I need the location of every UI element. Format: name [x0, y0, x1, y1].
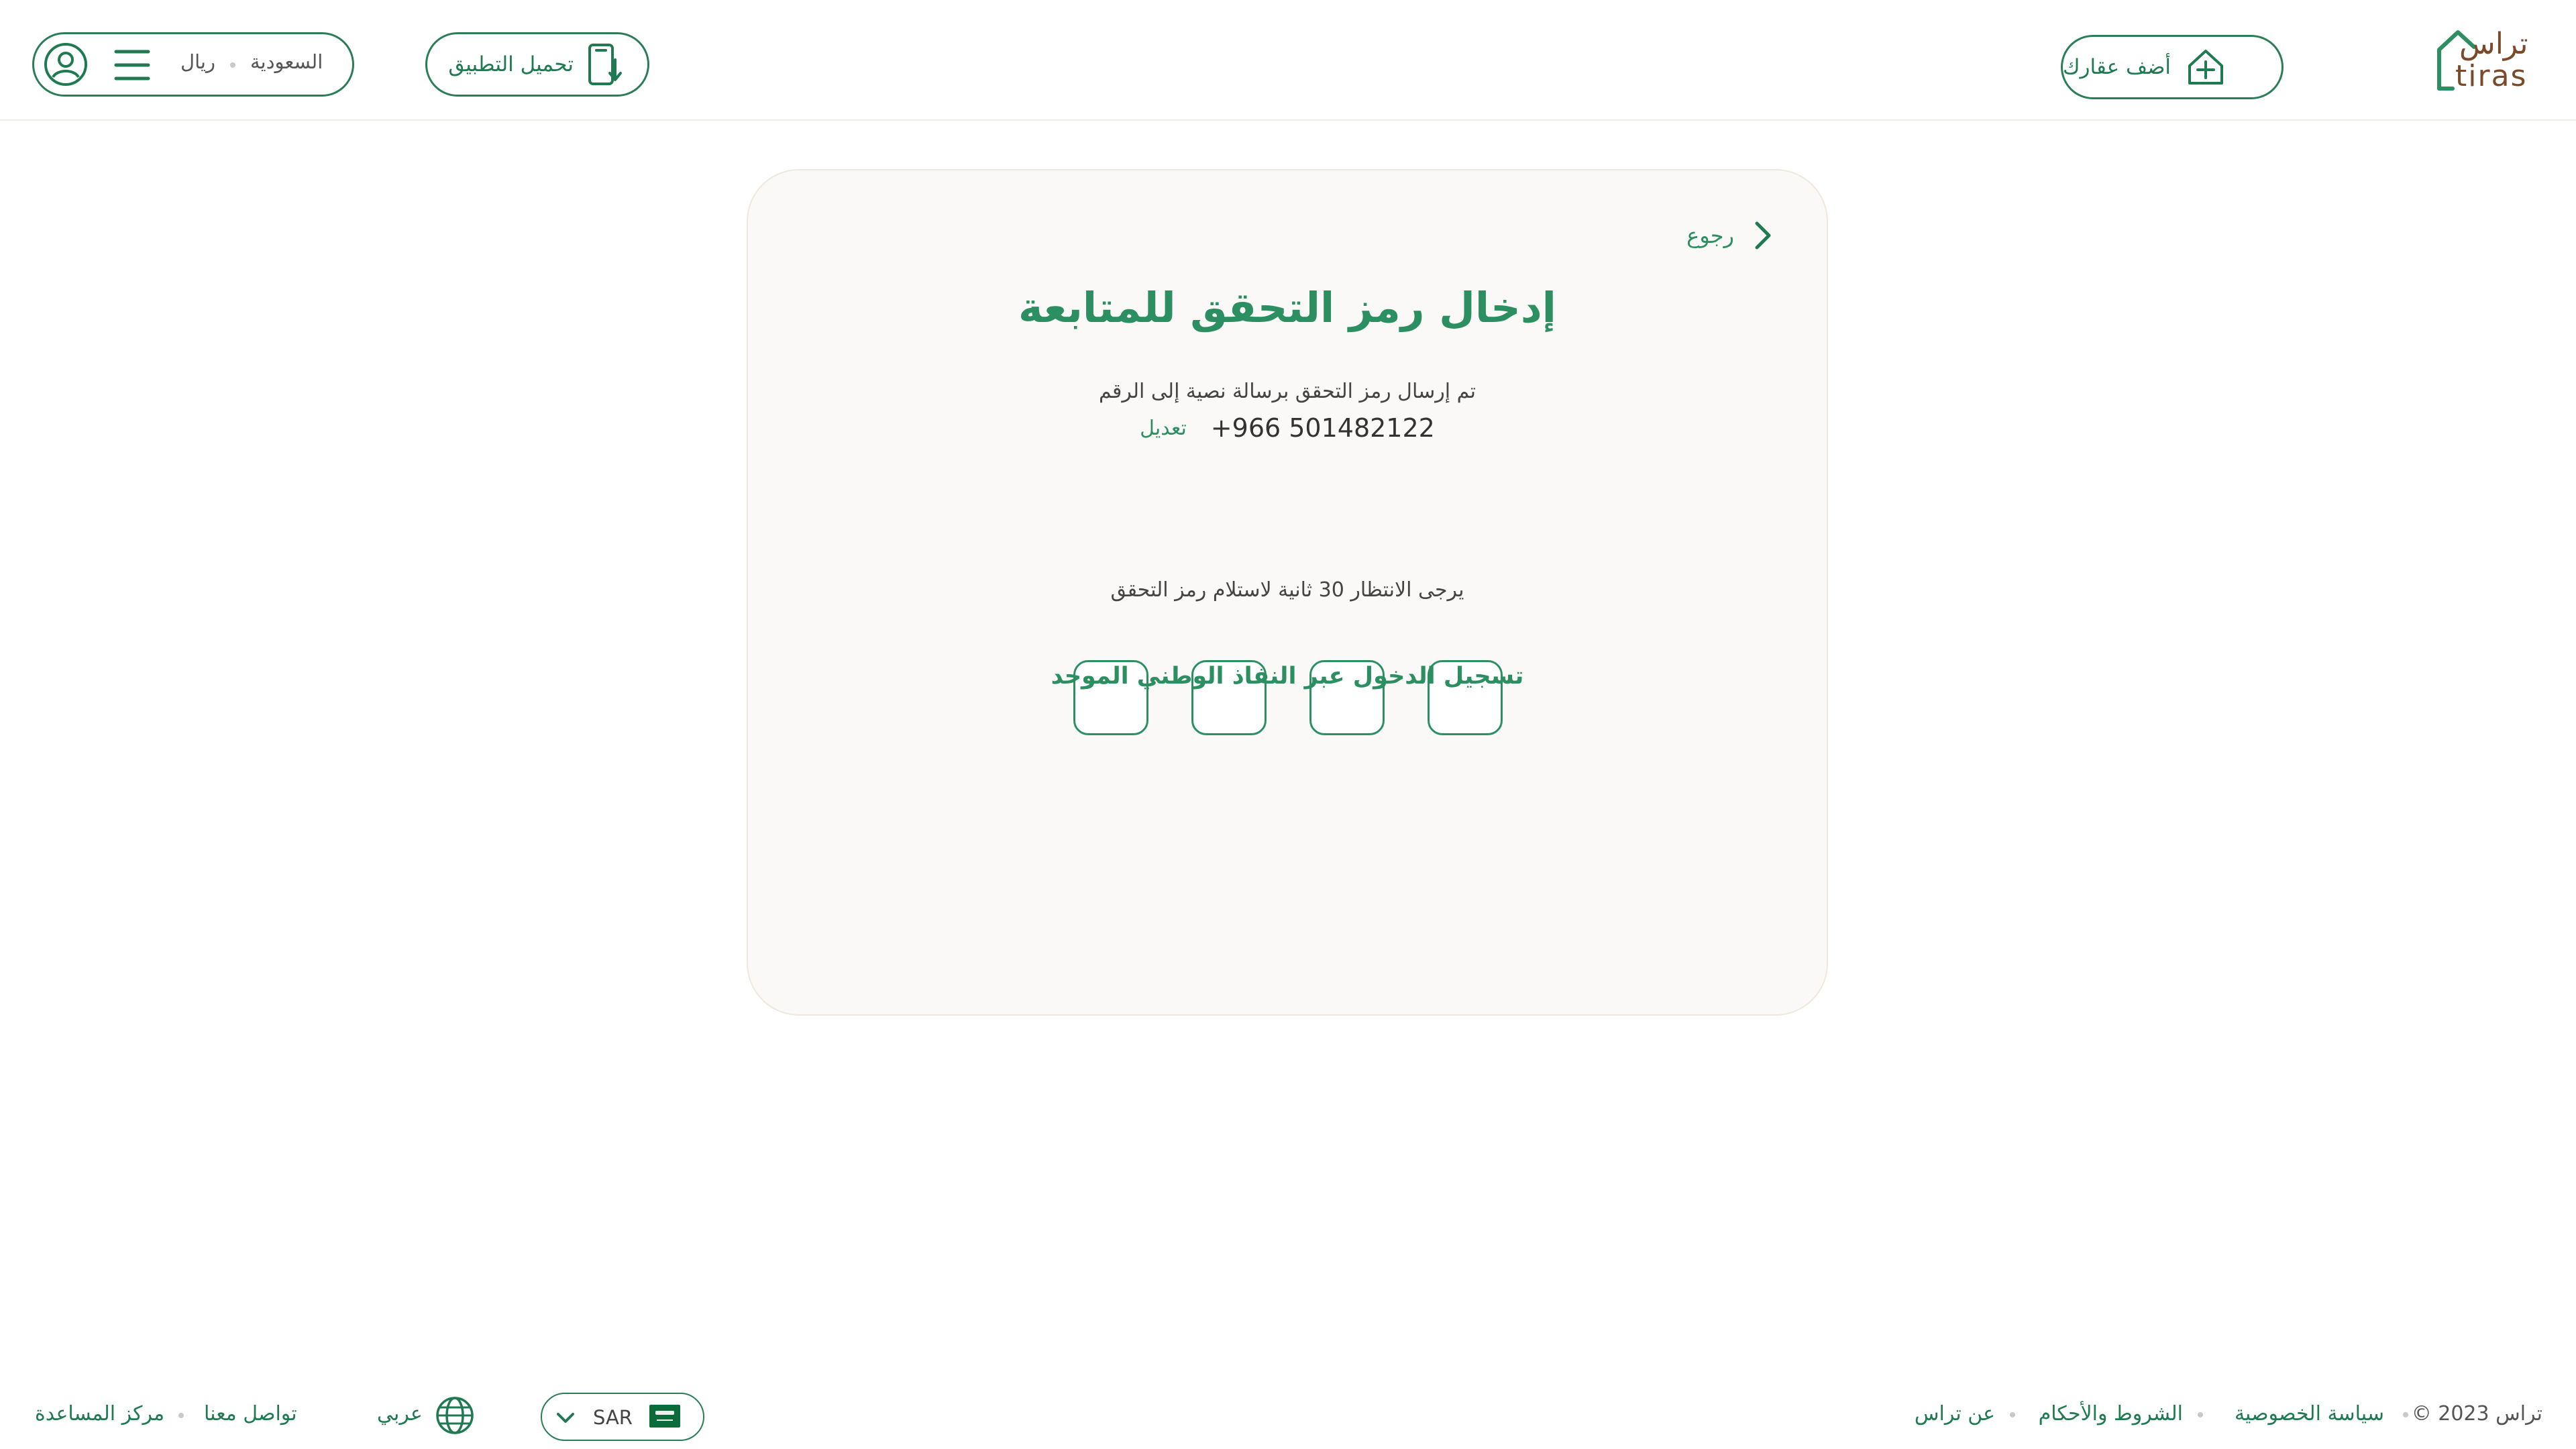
download-app-button[interactable]: تحميل التطبيق [425, 32, 649, 97]
back-label: رجوع [1686, 223, 1734, 248]
otp-title: إدخال رمز التحقق للمتابعة [1018, 283, 1556, 332]
download-app-label: تحميل التطبيق [448, 52, 574, 76]
footer-link-about[interactable]: عن تراس [1915, 1402, 1995, 1426]
footer-dot [178, 1413, 184, 1418]
country-selector[interactable]: السعودية [250, 50, 323, 73]
back-link[interactable]: رجوع [1686, 219, 1773, 252]
saudi-flag-icon [649, 1405, 680, 1428]
help-center-link[interactable]: مركز المساعدة [35, 1402, 164, 1426]
footer-dot [2403, 1412, 2408, 1417]
otp-card: رجوع إدخال رمز التحقق للمتابعة تم إرسال … [747, 169, 1828, 1016]
add-property-label: أضف عقارك [2063, 55, 2171, 79]
globe-icon[interactable] [435, 1395, 475, 1436]
sent-message: تم إرسال رمز التحقق برسالة نصية إلى الرق… [1099, 380, 1476, 403]
logo-arabic: تراس [2459, 27, 2528, 61]
add-property-button[interactable]: أضف عقارك [2061, 35, 2284, 99]
menu-icon[interactable] [113, 46, 151, 84]
chevron-down-icon [557, 1413, 574, 1423]
footer-dot [2198, 1412, 2203, 1417]
phone-row: تعديل +966 501482122 [748, 413, 1827, 443]
currency-dropdown[interactable]: SAR [541, 1393, 704, 1441]
footer-link-terms[interactable]: الشروط والأحكام [2039, 1402, 2183, 1426]
footer-link-privacy[interactable]: سياسة الخصوصية [2235, 1402, 2384, 1426]
currency-code: SAR [593, 1406, 633, 1429]
tiras-logo[interactable]: تراس tiras [2435, 27, 2549, 94]
locale-menu-pill: ريال السعودية [32, 32, 354, 97]
house-plus-icon [2188, 50, 2224, 85]
currency-selector[interactable]: ريال [180, 50, 215, 73]
chevron-right-icon [1755, 221, 1771, 250]
separator-dot [230, 62, 235, 68]
logo-latin: tiras [2455, 59, 2528, 93]
phone-download-icon [588, 44, 622, 85]
nafath-login-link[interactable]: تسجيل الدخول عبر النفاذ الوطني الموحد [748, 663, 1827, 690]
copyright: © 2023 تراس [2411, 1402, 2542, 1426]
footer: © 2023 تراس سياسة الخصوصية الشروط والأحك… [0, 1382, 2576, 1449]
user-icon[interactable] [42, 41, 89, 88]
phone-number: +966 501482122 [1210, 413, 1435, 443]
footer-dot [2010, 1412, 2015, 1417]
edit-phone-link[interactable]: تعديل [1140, 417, 1187, 440]
contact-us-link[interactable]: تواصل معنا [204, 1402, 297, 1426]
language-selector[interactable]: عربي [377, 1402, 423, 1426]
resend-wait-message: يرجى الانتظار 30 ثانية لاستلام رمز التحق… [1110, 578, 1464, 602]
top-header: تراس tiras أضف عقارك تحميل التطبيق ريال … [0, 0, 2576, 121]
